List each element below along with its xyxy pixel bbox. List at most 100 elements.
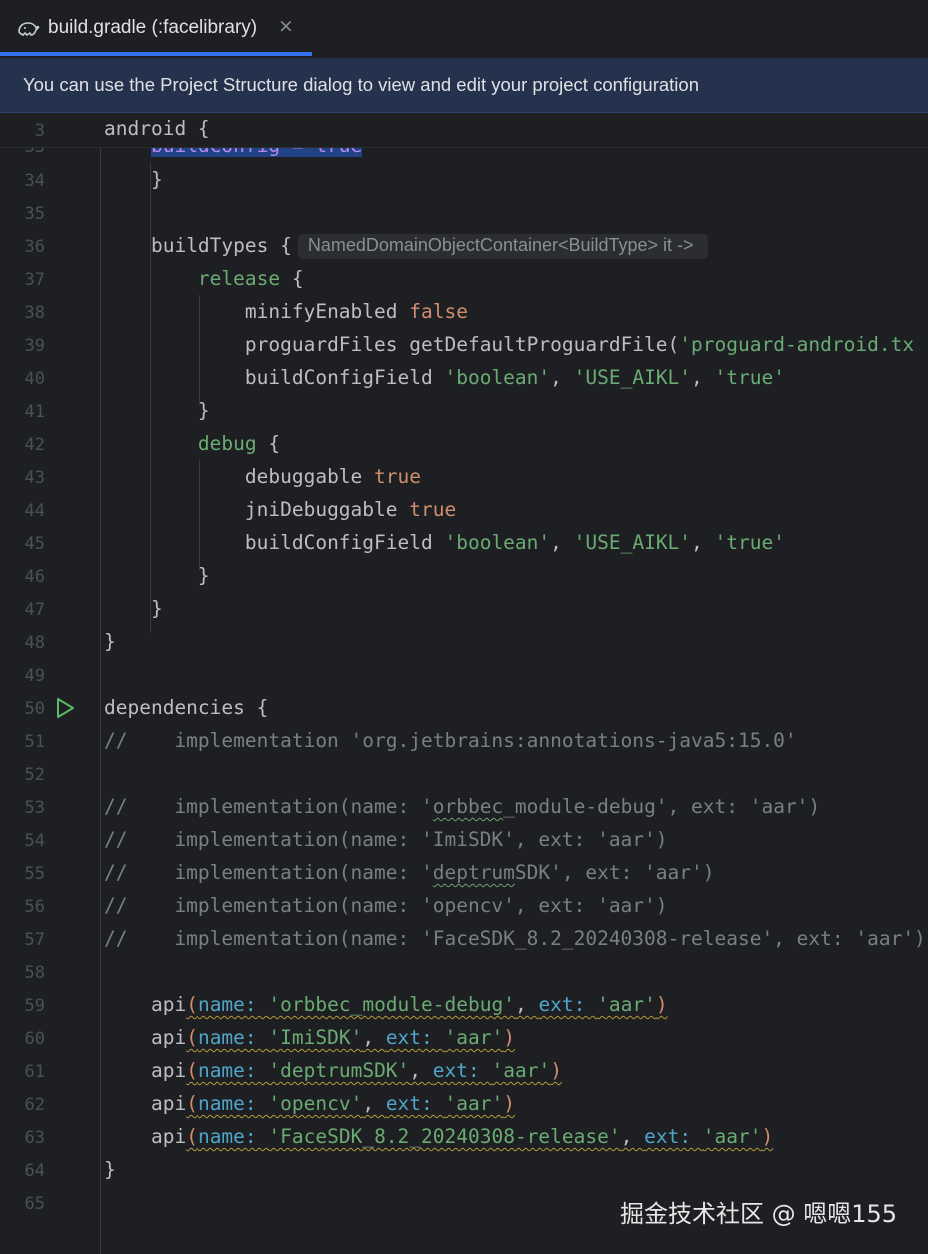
code-comment: // implementation(name: 'FaceSDK_8.2_202… <box>104 927 926 950</box>
line-number: 3 <box>34 121 45 141</box>
code-line: 61 api(name: 'deptrumSDK', ext: 'aar') <box>0 1054 928 1087</box>
code-text: jniDebuggable true <box>244 498 457 521</box>
line-number: 55 <box>24 864 45 884</box>
code-text: } <box>104 1158 116 1181</box>
code-line: 51 // implementation 'org.jetbrains:anno… <box>0 724 928 757</box>
inlay-hint: NamedDomainObjectContainer<BuildType> it… <box>297 234 708 259</box>
active-tab-indicator <box>0 52 312 56</box>
line-number: 54 <box>24 831 45 851</box>
code-comment: // implementation(name: 'orbbec_module-d… <box>104 795 821 818</box>
code-line: 56 // implementation(name: 'opencv', ext… <box>0 889 928 922</box>
code-line: 55 // implementation(name: 'deptrumSDK',… <box>0 856 928 889</box>
line-number: 42 <box>24 435 45 455</box>
code-line: 39 proguardFiles getDefaultProguardFile(… <box>0 328 928 361</box>
code-text: } <box>197 399 210 422</box>
code-line: 46 } <box>0 559 928 592</box>
line-number: 64 <box>24 1161 45 1181</box>
code-line: 44 jniDebuggable true <box>0 493 928 526</box>
project-structure-banner: You can use the Project Structure dialog… <box>0 58 928 113</box>
code-text: buildConfigField 'boolean', 'USE_AIKL', … <box>244 366 785 389</box>
line-number: 45 <box>24 534 45 554</box>
code-editor[interactable]: 33 buildConfig = true 34 } 35 36 buildTy… <box>0 113 928 1254</box>
code-line: 34 } <box>0 163 928 196</box>
code-line: 57 // implementation(name: 'FaceSDK_8.2_… <box>0 922 928 955</box>
line-number: 38 <box>24 303 45 323</box>
code-text: api(name: 'deptrumSDK', ext: 'aar') <box>150 1059 562 1082</box>
code-text: minifyEnabled false <box>244 300 468 323</box>
code-text: buildConfigField 'boolean', 'USE_AIKL', … <box>244 531 785 554</box>
code-line: 58 <box>0 955 928 988</box>
code-comment: // implementation(name: 'opencv', ext: '… <box>104 894 668 917</box>
code-line: 45 buildConfigField 'boolean', 'USE_AIKL… <box>0 526 928 559</box>
code-line: 43 debuggable true <box>0 460 928 493</box>
line-number: 39 <box>24 336 45 356</box>
line-number: 40 <box>24 369 45 389</box>
code-text: debug { <box>197 432 281 455</box>
line-number: 62 <box>24 1095 45 1115</box>
code-comment: // implementation 'org.jetbrains:annotat… <box>104 729 797 752</box>
code-line: 42 debug { <box>0 427 928 460</box>
code-text: proguardFiles getDefaultProguardFile('pr… <box>244 333 915 356</box>
line-number: 48 <box>24 633 45 653</box>
line-number: 63 <box>24 1128 45 1148</box>
line-number: 56 <box>24 897 45 917</box>
tab-title: build.gradle (:facelibrary) <box>48 17 258 38</box>
line-number: 50 <box>24 699 45 719</box>
sticky-scope-header[interactable]: 3 android { <box>0 113 928 148</box>
code-text: android { <box>104 117 210 140</box>
code-line: 64 } <box>0 1153 928 1186</box>
code-text: release { <box>197 267 304 290</box>
banner-text: You can use the Project Structure dialog… <box>23 74 699 95</box>
code-line: 38 minifyEnabled false <box>0 295 928 328</box>
code-line: 50 dependencies { <box>0 691 928 724</box>
code-line: 41 } <box>0 394 928 427</box>
code-text: api(name: 'opencv', ext: 'aar') <box>150 1092 515 1115</box>
tab-close-icon[interactable]: × <box>278 15 294 37</box>
line-number: 43 <box>24 468 45 488</box>
code-line: 40 buildConfigField 'boolean', 'USE_AIKL… <box>0 361 928 394</box>
code-line: 60 api(name: 'ImiSDK', ext: 'aar') <box>0 1021 928 1054</box>
code-comment: // implementation(name: 'deptrumSDK', ex… <box>104 861 715 884</box>
line-number: 46 <box>24 567 45 587</box>
code-line: 53 // implementation(name: 'orbbec_modul… <box>0 790 928 823</box>
line-number: 36 <box>24 237 45 257</box>
line-number: 35 <box>24 204 45 224</box>
line-number: 44 <box>24 501 45 521</box>
line-number: 58 <box>24 963 45 983</box>
editor-tab-bar: build.gradle (:facelibrary) × <box>0 0 928 58</box>
line-number: 37 <box>24 270 45 290</box>
gradle-elephant-icon <box>18 22 40 36</box>
code-line: 35 <box>0 196 928 229</box>
line-number: 60 <box>24 1029 45 1049</box>
code-text: buildTypes {NamedDomainObjectContainer<B… <box>104 234 708 259</box>
code-text: } <box>104 630 116 653</box>
line-number: 47 <box>24 600 45 620</box>
line-number: 59 <box>24 996 45 1016</box>
watermark: 掘金技术社区 @ 嗯嗯155 <box>620 1200 898 1228</box>
line-number: 49 <box>24 666 45 686</box>
line-number: 53 <box>24 798 45 818</box>
code-text: api(name: 'ImiSDK', ext: 'aar') <box>150 1026 515 1049</box>
tab-build-gradle[interactable]: build.gradle (:facelibrary) × <box>0 0 312 58</box>
line-number: 57 <box>24 930 45 950</box>
line-number: 65 <box>24 1194 45 1214</box>
code-line: 59 api(name: 'orbbec_module-debug', ext:… <box>0 988 928 1021</box>
line-number: 34 <box>24 171 45 191</box>
code-line: 47 } <box>0 592 928 625</box>
code-line: 63 api(name: 'FaceSDK_8.2_20240308-relea… <box>0 1120 928 1153</box>
run-gutter-icon[interactable] <box>54 697 76 719</box>
line-number: 52 <box>24 765 45 785</box>
code-comment: // implementation(name: 'ImiSDK', ext: '… <box>104 828 668 851</box>
code-line: 36 buildTypes {NamedDomainObjectContaine… <box>0 229 928 262</box>
code-line: 49 <box>0 658 928 691</box>
code-line: 37 release { <box>0 262 928 295</box>
line-number: 51 <box>24 732 45 752</box>
code-text: api(name: 'FaceSDK_8.2_20240308-release'… <box>150 1125 774 1148</box>
code-text: dependencies { <box>104 696 269 719</box>
code-line: 62 api(name: 'opencv', ext: 'aar') <box>0 1087 928 1120</box>
code-text: debuggable true <box>244 465 421 488</box>
code-text: api(name: 'orbbec_module-debug', ext: 'a… <box>150 993 668 1016</box>
code-line: 54 // implementation(name: 'ImiSDK', ext… <box>0 823 928 856</box>
code-line: 52 <box>0 757 928 790</box>
line-number: 61 <box>24 1062 45 1082</box>
